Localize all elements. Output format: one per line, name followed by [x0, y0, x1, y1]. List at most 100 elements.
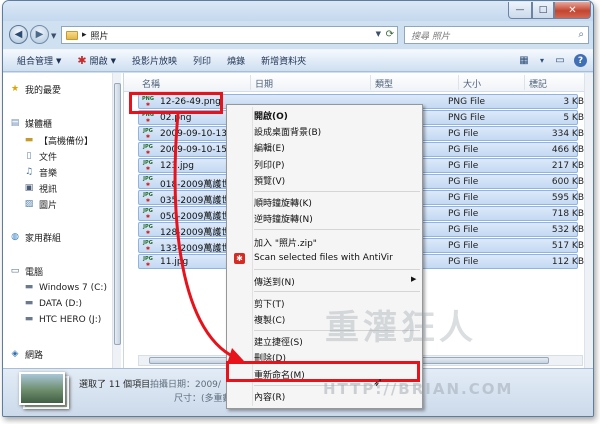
forward-button[interactable]: ▶	[30, 25, 49, 44]
views-dropdown[interactable]: ▾	[538, 53, 546, 68]
sidebar-item-pictures[interactable]: ▨ 圖片	[23, 198, 57, 211]
preview-pane-icon[interactable]: ▭	[552, 53, 568, 68]
search-input[interactable]: 搜尋 照片 ⌕	[404, 26, 589, 44]
sidebar-item-favorites[interactable]: ★ 我的最愛	[9, 83, 61, 96]
menu-item-rotate-cw[interactable]: 順時鐘旋轉(K)	[254, 196, 312, 209]
organize-button[interactable]: 組合管理 ▼	[9, 51, 69, 70]
column-date[interactable]: 日期	[255, 77, 273, 90]
search-placeholder: 搜尋 照片	[411, 31, 450, 42]
sidebar-item-network[interactable]: ◈ 網路	[9, 348, 43, 361]
sidebar-item-homegroup[interactable]: ◍ 家用群組	[9, 231, 61, 244]
scrollbar-thumb[interactable]	[114, 83, 121, 345]
back-button[interactable]: ◀	[9, 25, 28, 44]
breadcrumb-folder[interactable]: 照片	[91, 29, 109, 42]
column-type[interactable]: 類型	[375, 77, 393, 90]
computer-icon: ▭	[10, 266, 20, 276]
menu-item-copy[interactable]: 複製(C)	[254, 313, 285, 326]
views-icon[interactable]: ▦	[516, 53, 532, 68]
file-type: PG File	[448, 129, 479, 139]
file-type: PG File	[448, 241, 479, 251]
selected-count: 選取了 11 個項目	[79, 380, 151, 390]
vertical-scrollbar[interactable]	[584, 73, 593, 368]
jpg-file-icon: JPG ✱	[143, 176, 153, 188]
help-icon[interactable]: ?	[574, 54, 587, 67]
column-tags[interactable]: 標記	[529, 77, 547, 90]
file-name: 128-2009萬護世	[160, 228, 231, 238]
title-bar: — □ ✕	[3, 1, 593, 21]
maximize-button[interactable]: □	[532, 2, 554, 19]
folder-icon: ▬	[24, 135, 34, 145]
sidebar-item-drive-c[interactable]: ▬ Windows 7 (C:)	[23, 282, 107, 293]
menu-item-preview[interactable]: 預覽(V)	[254, 174, 285, 187]
file-type: PG File	[448, 177, 479, 187]
file-type: PG File	[448, 193, 479, 203]
sidebar-item-documents[interactable]: ▯ 文件	[23, 150, 58, 163]
sidebar-item-label: 電腦	[25, 268, 44, 278]
menu-item-send-to[interactable]: 傳送到(N)	[254, 275, 295, 288]
menu-item-add-zip[interactable]: 加入 "照片.zip"	[254, 236, 317, 249]
star-icon: ★	[10, 84, 20, 94]
burn-button[interactable]: 燒錄	[219, 51, 253, 70]
chevron-down-icon: ▼	[56, 56, 62, 65]
preview-thumbnail	[19, 372, 65, 405]
search-icon[interactable]: ⌕	[578, 29, 584, 40]
recent-pages-dropdown[interactable]: ▼	[51, 32, 56, 40]
sidebar-item-label: DATA (D:)	[39, 298, 83, 309]
column-divider[interactable]	[250, 75, 251, 90]
menu-item-open[interactable]: 開啟(O)	[254, 109, 288, 122]
organize-label: 組合管理	[17, 57, 54, 67]
column-divider[interactable]	[370, 75, 371, 90]
open-app-icon: ✱	[77, 54, 87, 67]
file-name: 018-2009萬護世	[160, 180, 231, 190]
breadcrumb-separator[interactable]: ▸	[82, 30, 87, 40]
address-bar[interactable]: ▸ 照片 ▼ ⟳	[61, 26, 398, 44]
sidebar-item-label: 圖片	[39, 201, 58, 211]
jpg-file-icon: JPG ✱	[143, 240, 153, 252]
sidebar-item-label: 【高機備份】	[39, 137, 94, 147]
jpg-file-icon: JPG ✱	[143, 224, 153, 236]
file-size: 5 KB	[563, 113, 584, 123]
close-button[interactable]: ✕	[554, 2, 591, 19]
sidebar-item-computer[interactable]: ▭ 電腦	[9, 265, 43, 278]
sidebar-item-drive-j[interactable]: ▬ HTC HERO (J:)	[23, 314, 102, 325]
minimize-button[interactable]: —	[508, 2, 532, 19]
address-dropdown[interactable]: ▼	[376, 30, 381, 38]
file-type: PNG File	[448, 113, 486, 123]
menu-item-properties[interactable]: 內容(R)	[254, 390, 285, 403]
menu-separator	[254, 291, 420, 292]
sidebar-item-backup[interactable]: ▬ 【高機備份】	[23, 134, 93, 147]
file-size: 532 KB	[551, 225, 584, 235]
jpg-file-icon: JPG ✱	[143, 144, 153, 156]
menu-item-scan-antivir[interactable]: Scan selected files with AntiVir	[254, 253, 393, 263]
column-divider[interactable]	[458, 75, 459, 90]
menu-item-create-shortcut[interactable]: 建立捷徑(S)	[254, 335, 303, 348]
menu-item-edit[interactable]: 編輯(E)	[254, 141, 285, 154]
menu-item-print[interactable]: 列印(P)	[254, 158, 284, 171]
file-name: 035-2009萬護世	[160, 196, 231, 206]
print-button[interactable]: 列印	[185, 51, 219, 70]
sidebar-item-videos[interactable]: ▣ 視訊	[23, 182, 57, 195]
slideshow-button[interactable]: 投影片放映	[124, 51, 185, 70]
column-name[interactable]: 名稱	[142, 77, 160, 90]
sidebar-item-libraries[interactable]: ▤ 媒體櫃	[9, 117, 52, 130]
sidebar-item-music[interactable]: ♫ 音樂	[23, 166, 57, 179]
menu-item-cut[interactable]: 剪下(T)	[254, 297, 285, 310]
sidebar-scrollbar[interactable]	[112, 73, 121, 368]
refresh-icon[interactable]: ⟳	[386, 29, 394, 40]
column-divider[interactable]	[524, 75, 525, 90]
menu-item-set-desktop[interactable]: 設成桌面背景(B)	[254, 125, 321, 138]
file-type: PG File	[448, 145, 479, 155]
sidebar-item-label: 音樂	[39, 169, 58, 179]
open-button[interactable]: ✱ 開啟 ▼	[69, 51, 124, 70]
jpg-file-icon: JPG ✱	[143, 160, 153, 172]
file-size: 595 KB	[551, 193, 584, 203]
new-folder-button[interactable]: 新增資料夾	[253, 51, 314, 70]
menu-item-rotate-ccw[interactable]: 逆時鐘旋轉(N)	[254, 212, 313, 225]
file-type: PG File	[448, 225, 479, 235]
column-size[interactable]: 大小	[463, 77, 481, 90]
watermark-text: 重灌狂人	[325, 308, 477, 348]
sidebar-item-drive-d[interactable]: ▬ DATA (D:)	[23, 298, 82, 309]
network-icon: ◈	[11, 349, 19, 359]
removable-drive-icon: ▬	[24, 314, 34, 324]
sidebar-item-label: 文件	[39, 153, 58, 163]
